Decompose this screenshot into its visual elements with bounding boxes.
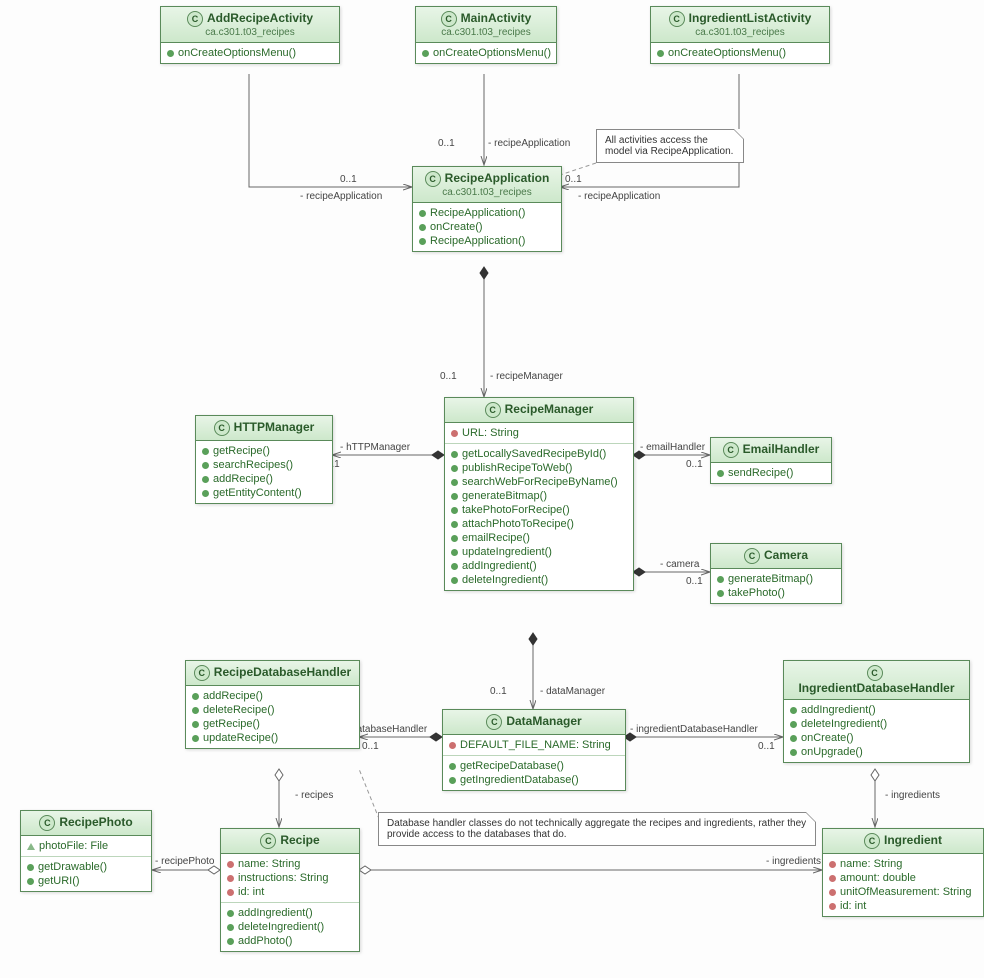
class-ingredientdatabasehandler: CIngredientDatabaseHandler addIngredient…	[783, 660, 970, 763]
class-recipemanager: CRecipeManager URL: String getLocallySav…	[444, 397, 634, 591]
class-icon: C	[723, 442, 739, 458]
class-recipephoto: CRecipePhoto photoFile: File getDrawable…	[20, 810, 152, 892]
mult-label: 0..1	[565, 174, 582, 185]
class-icon: C	[194, 665, 210, 681]
mult-label: 0..1	[440, 371, 457, 382]
class-icon: C	[669, 11, 685, 27]
class-icon: C	[867, 665, 883, 681]
mult-label: 0..1	[686, 576, 703, 587]
class-icon: C	[441, 11, 457, 27]
role-label: - ingredients	[885, 790, 940, 801]
class-icon: C	[864, 833, 880, 849]
class-ingredient: CIngredient name: String amount: double …	[822, 828, 984, 917]
class-camera: CCamera generateBitmap() takePhoto()	[710, 543, 842, 604]
class-httpmanager: CHTTPManager getRecipe() searchRecipes()…	[195, 415, 333, 504]
class-emailhandler: CEmailHandler sendRecipe()	[710, 437, 832, 484]
role-label: - recipeApplication	[300, 191, 382, 202]
role-label: - recipeApplication	[578, 191, 660, 202]
class-ingredientlistactivity: CIngredientListActivity ca.c301.t03_reci…	[650, 6, 830, 64]
role-label: - recipeManager	[490, 371, 563, 382]
class-pkg: ca.c301.t03_recipes	[167, 27, 333, 38]
role-label: - recipeApplication	[488, 138, 570, 149]
class-addrecipeactivity: CAddRecipeActivity ca.c301.t03_recipes o…	[160, 6, 340, 64]
role-label: - ingredients	[766, 856, 821, 867]
role-label: - emailHandler	[640, 442, 705, 453]
role-label: - recipePhoto	[155, 856, 214, 867]
mult-label: 0..1	[686, 459, 703, 470]
class-recipe: CRecipe name: String instructions: Strin…	[220, 828, 360, 952]
mult-label: 0..1	[362, 741, 379, 752]
class-icon: C	[214, 420, 230, 436]
note-db: Database handler classes do not technica…	[378, 812, 816, 846]
class-icon: C	[486, 714, 502, 730]
mult-label: 0..1	[438, 138, 455, 149]
class-mainactivity: CMainActivity ca.c301.t03_recipes onCrea…	[415, 6, 557, 64]
class-title: AddRecipeActivity	[207, 11, 313, 25]
mult-label: 0..1	[490, 686, 507, 697]
class-icon: C	[744, 548, 760, 564]
role-label: - dataManager	[540, 686, 605, 697]
class-icon: C	[187, 11, 203, 27]
role-label: - hTTPManager	[340, 442, 410, 453]
class-icon: C	[485, 402, 501, 418]
role-label: - recipes	[295, 790, 333, 801]
mult-label: 0..1	[758, 741, 775, 752]
class-datamanager: CDataManager DEFAULT_FILE_NAME: String g…	[442, 709, 626, 791]
class-icon: C	[425, 171, 441, 187]
role-label: - ingredientDatabaseHandler	[630, 724, 758, 735]
class-recipeapplication: CRecipeApplication ca.c301.t03_recipes R…	[412, 166, 562, 252]
class-icon: C	[39, 815, 55, 831]
class-icon: C	[260, 833, 276, 849]
note-activities: All activities access the model via Reci…	[596, 129, 744, 163]
mult-label: 0..1	[340, 174, 357, 185]
class-recipedatabasehandler: CRecipeDatabaseHandler addRecipe() delet…	[185, 660, 360, 749]
role-label: - camera	[660, 559, 699, 570]
